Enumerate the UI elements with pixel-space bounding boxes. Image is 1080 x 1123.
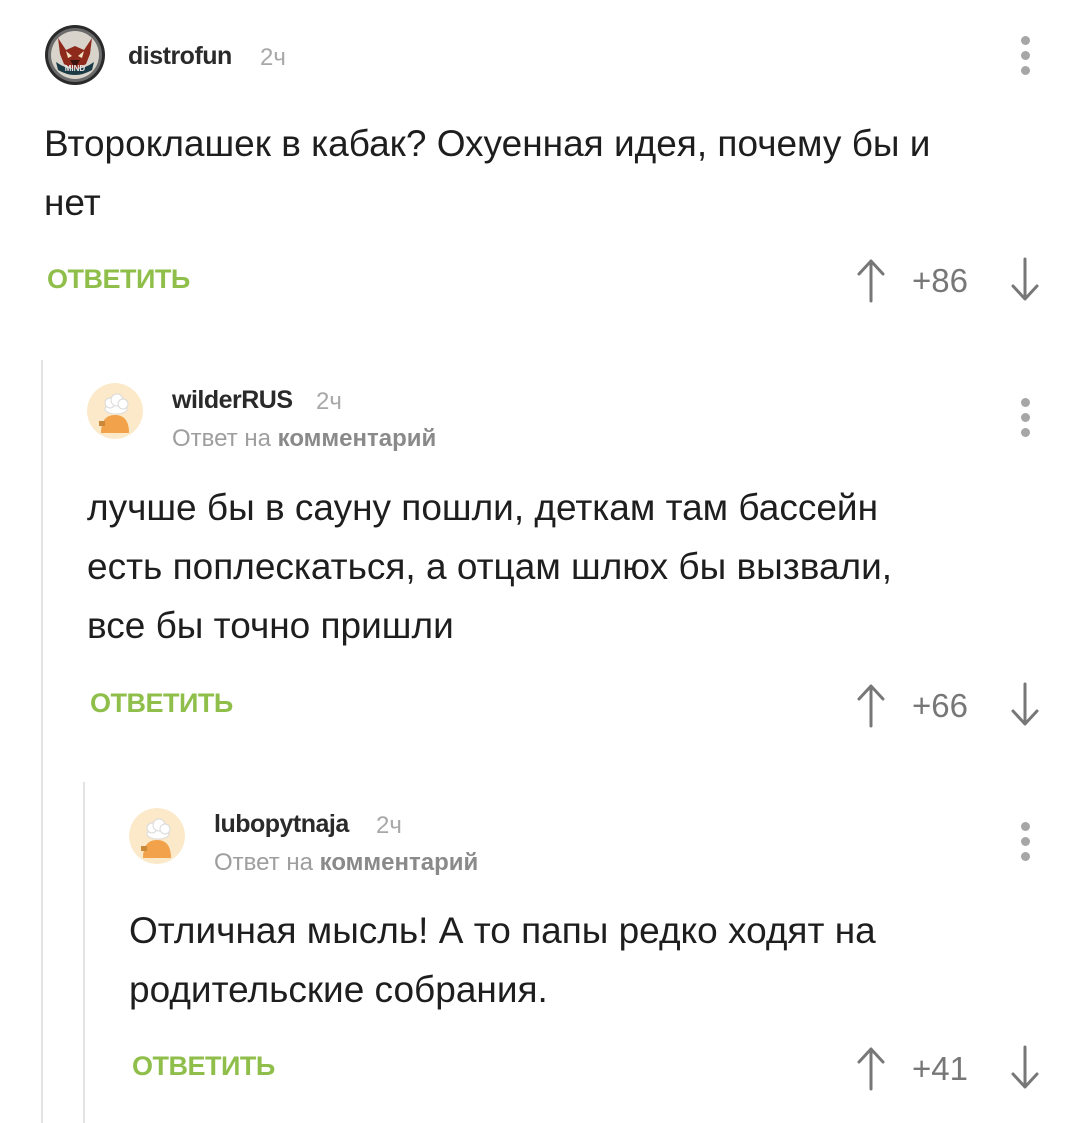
- vote-controls: +86: [846, 257, 1046, 303]
- more-options-icon[interactable]: [1018, 36, 1032, 76]
- comment-time: 2ч: [316, 388, 342, 415]
- comment-text-line: родительские собрания.: [129, 969, 548, 1010]
- comment-text: лучше бы в сауну пошли, деткам там бассе…: [87, 478, 892, 655]
- user-avatar-distrofun[interactable]: MIND: [44, 24, 106, 86]
- vote-score: +86: [912, 262, 968, 299]
- thread-line-level-1: [41, 360, 43, 1123]
- reply-button[interactable]: ОТВЕТИТЬ: [90, 688, 233, 719]
- comment-text-line: есть поплескаться, а отцам шлюх бы вызва…: [87, 546, 893, 587]
- username[interactable]: distrofun: [128, 42, 232, 71]
- comment-text: Второклашек в кабак? Охуенная идея, поче…: [44, 114, 930, 232]
- vote-score: +66: [912, 687, 968, 724]
- upvote-arrow-icon[interactable]: [854, 1045, 888, 1091]
- user-avatar-lubopytnaja[interactable]: [129, 808, 185, 864]
- more-options-icon[interactable]: [1018, 398, 1032, 438]
- svg-text:MIND: MIND: [65, 64, 86, 73]
- comment-text-line: Второклашек в кабак? Охуенная идея, поче…: [44, 123, 931, 164]
- default-cook-avatar-icon: [129, 808, 185, 864]
- reply-to-label: Ответ на комментарий: [172, 425, 436, 453]
- vote-controls: +66: [846, 682, 1046, 728]
- comment-text-line: Отличная мысль! А то папы редко ходят на: [129, 910, 876, 951]
- comment-text-line: нет: [44, 182, 101, 223]
- default-cook-avatar-icon: [87, 383, 143, 439]
- reply-to-comment-link[interactable]: комментарий: [320, 849, 479, 876]
- upvote-arrow-icon[interactable]: [854, 682, 888, 728]
- reply-button[interactable]: ОТВЕТИТЬ: [47, 264, 190, 295]
- username[interactable]: lubopytnaja: [214, 810, 349, 839]
- reply-to-prefix: Ответ на: [172, 425, 271, 452]
- thread-line-level-2: [83, 782, 85, 1123]
- downvote-arrow-icon[interactable]: [1008, 682, 1042, 728]
- comment-text: Отличная мысль! А то папы редко ходят на…: [129, 901, 876, 1019]
- reply-to-comment-link[interactable]: комментарий: [278, 425, 437, 452]
- fox-mind-logo-icon: MIND: [45, 25, 105, 85]
- username[interactable]: wilderRUS: [172, 386, 293, 415]
- more-options-icon[interactable]: [1018, 822, 1032, 862]
- reply-button[interactable]: ОТВЕТИТЬ: [132, 1051, 275, 1082]
- downvote-arrow-icon[interactable]: [1008, 257, 1042, 303]
- comment-text-line: все бы точно пришли: [87, 605, 454, 646]
- downvote-arrow-icon[interactable]: [1008, 1045, 1042, 1091]
- comment-time: 2ч: [260, 44, 286, 71]
- upvote-arrow-icon[interactable]: [854, 257, 888, 303]
- reply-to-label: Ответ на комментарий: [214, 849, 478, 877]
- reply-to-prefix: Ответ на: [214, 849, 313, 876]
- comment-text-line: лучше бы в сауну пошли, деткам там бассе…: [87, 487, 879, 528]
- vote-score: +41: [912, 1050, 968, 1087]
- vote-controls: +41: [846, 1045, 1046, 1091]
- comment-time: 2ч: [376, 812, 402, 839]
- user-avatar-wilderrus[interactable]: [87, 383, 143, 439]
